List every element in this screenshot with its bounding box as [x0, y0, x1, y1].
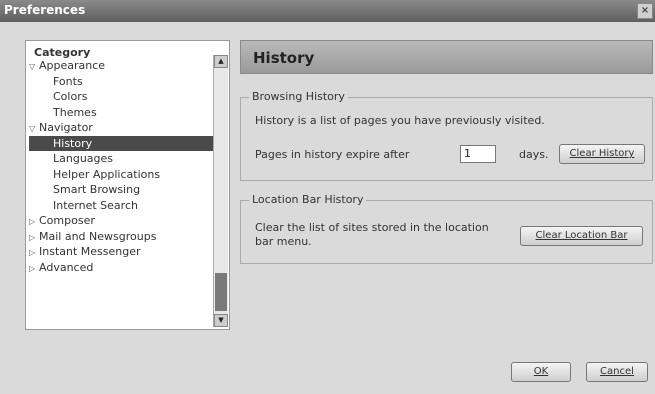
expire-label: Pages in history expire after: [255, 148, 410, 161]
browsing-history-legend: Browsing History: [249, 90, 348, 103]
category-item-label: Helper Applications: [53, 167, 161, 181]
collapsed-twisty-icon[interactable]: ▷: [29, 245, 39, 261]
browsing-history-group: Browsing History History is a list of pa…: [240, 90, 653, 181]
category-item-internet-search[interactable]: Internet Search: [29, 198, 214, 214]
cancel-label: Cancel: [600, 366, 634, 377]
category-item-label: Internet Search: [53, 198, 138, 212]
history-description: History is a list of pages you have prev…: [255, 114, 545, 127]
expanded-twisty-icon[interactable]: ▽: [29, 59, 39, 75]
scroll-down-icon[interactable]: ▼: [214, 314, 228, 327]
category-item-fonts[interactable]: Fonts: [29, 74, 214, 90]
category-item-mail-and-newsgroups[interactable]: ▷ Mail and Newsgroups: [29, 229, 214, 245]
category-item-label: Appearance: [39, 59, 106, 72]
category-item-languages[interactable]: Languages: [29, 151, 214, 167]
category-item-label: Advanced: [39, 260, 94, 274]
category-item-navigator[interactable]: ▽ Navigator: [29, 120, 214, 136]
category-item-composer[interactable]: ▷ Composer: [29, 213, 214, 229]
category-scrollbar[interactable]: ▲ ▼: [213, 55, 228, 327]
panel-title: History: [253, 49, 315, 67]
category-item-instant-messenger[interactable]: ▷ Instant Messenger: [29, 244, 214, 260]
category-item-label: Fonts: [53, 74, 83, 88]
collapsed-twisty-icon[interactable]: ▷: [29, 261, 39, 277]
collapsed-twisty-icon[interactable]: ▷: [29, 214, 39, 230]
location-bar-legend: Location Bar History: [249, 193, 367, 206]
clear-location-bar-label: Clear Location Bar: [535, 230, 628, 241]
category-panel: Category ▽ Appearance Fonts Colors Themes ▽ Na…: [25, 40, 230, 330]
panel-header: History: [240, 40, 653, 74]
category-item-advanced[interactable]: ▷ Advanced: [29, 260, 214, 276]
category-item-smart-browsing[interactable]: Smart Browsing: [29, 182, 214, 198]
category-item-colors[interactable]: Colors: [29, 89, 214, 105]
category-item-label: Composer: [39, 214, 95, 227]
category-item-label: Smart Browsing: [53, 183, 141, 196]
category-item-label: Mail and Newsgroups: [39, 229, 157, 243]
category-tree: ▽ Appearance Fonts Colors Themes ▽ Navigator Hi…: [29, 58, 214, 275]
location-bar-history-group: Location Bar History Clear the list of s…: [240, 193, 653, 264]
category-item-history[interactable]: History: [29, 135, 214, 151]
title-bar: Preferences ×: [0, 0, 655, 22]
category-item-label: History: [53, 136, 93, 150]
category-item-label: Themes: [53, 105, 97, 119]
scroll-thumb[interactable]: [215, 273, 227, 311]
clear-history-button[interactable]: Clear History: [559, 144, 645, 164]
days-input[interactable]: 1: [460, 145, 496, 163]
scroll-up-icon[interactable]: ▲: [214, 55, 228, 68]
ok-button[interactable]: OK: [511, 362, 571, 382]
category-item-label: Instant Messenger: [39, 245, 141, 258]
location-bar-description: Clear the list of sites stored in the lo…: [255, 221, 489, 248]
ok-label: OK: [533, 366, 549, 377]
close-icon[interactable]: ×: [637, 3, 653, 19]
preferences-window: Preferences × Category ▽ Appearance Fonts C…: [0, 0, 655, 394]
category-item-helper-applications[interactable]: Helper Applications: [29, 167, 214, 183]
days-label: days.: [519, 148, 549, 161]
window-title: Preferences: [4, 3, 86, 17]
cancel-button[interactable]: Cancel: [586, 362, 648, 382]
collapsed-twisty-icon[interactable]: ▷: [29, 230, 39, 246]
category-item-label: Colors: [53, 90, 88, 103]
expanded-twisty-icon[interactable]: ▽: [29, 121, 39, 137]
clear-history-label: Clear History: [569, 148, 635, 159]
category-item-label: Navigator: [39, 121, 93, 134]
category-item-appearance[interactable]: ▽ Appearance: [29, 58, 214, 74]
clear-location-bar-button[interactable]: Clear Location Bar: [520, 226, 643, 246]
category-item-label: Languages: [53, 152, 114, 165]
category-item-themes[interactable]: Themes: [29, 105, 214, 121]
